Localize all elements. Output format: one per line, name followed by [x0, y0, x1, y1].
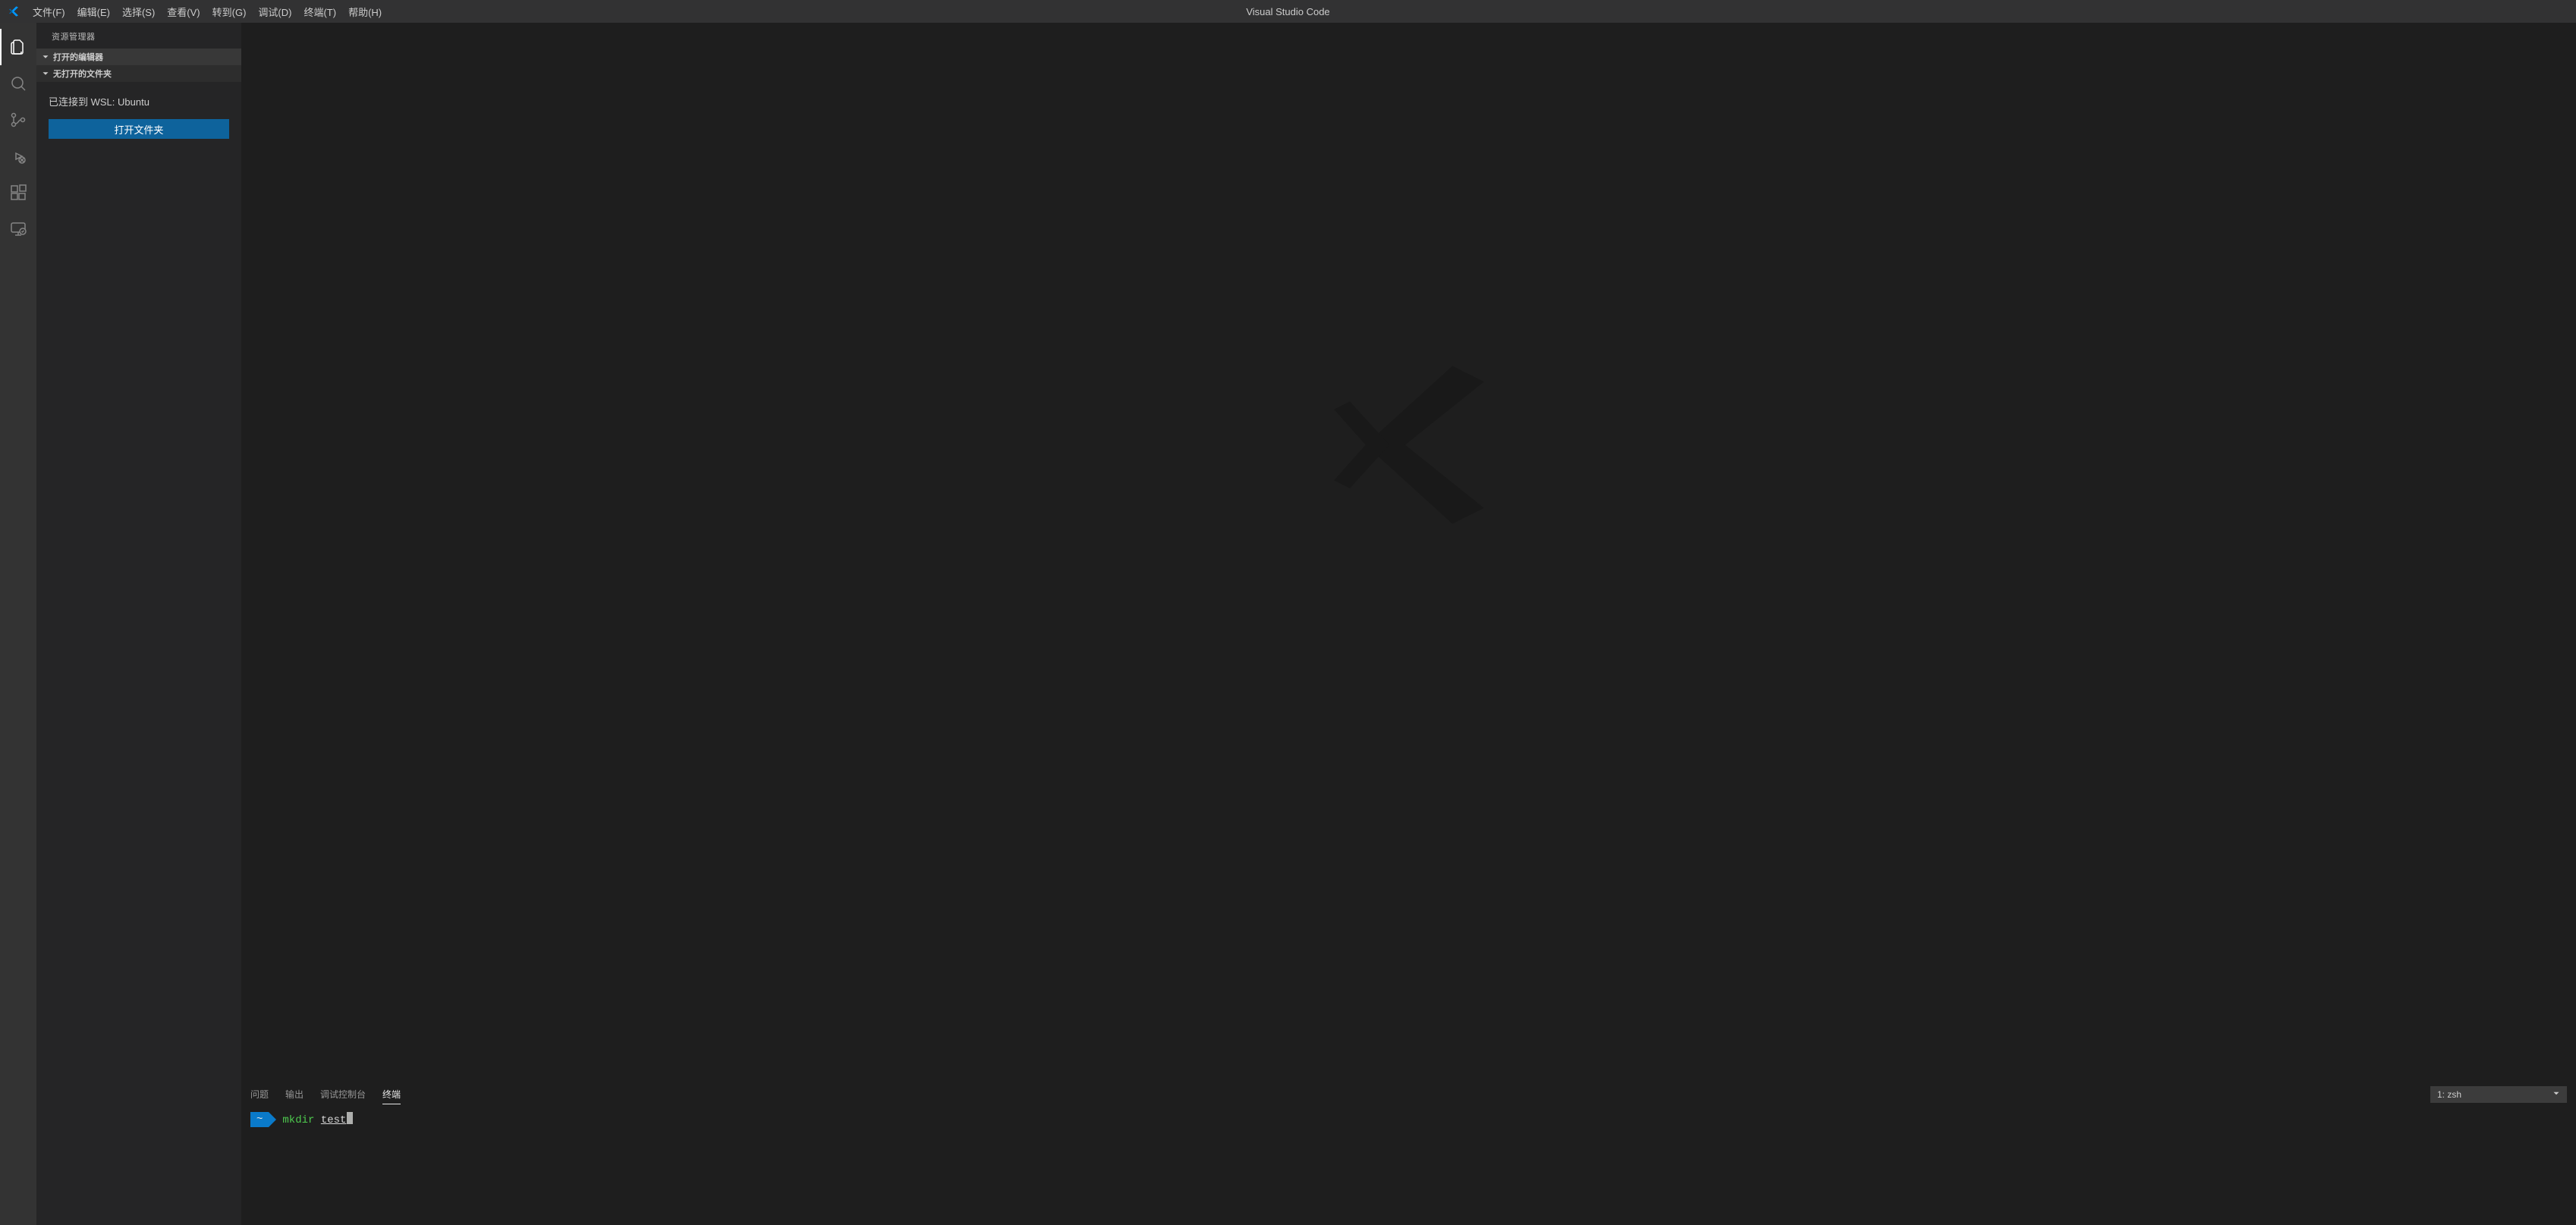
- sidebar: 资源管理器 打开的编辑器 无打开的文件夹 已连接到 WSL: Ubuntu 打开…: [36, 23, 241, 1225]
- panel-tab-debug-console[interactable]: 调试控制台: [320, 1085, 366, 1104]
- panel-tab-terminal[interactable]: 终端: [382, 1085, 401, 1104]
- chevron-down-icon: [39, 68, 52, 80]
- open-folder-button[interactable]: 打开文件夹: [49, 119, 229, 139]
- terminal-body[interactable]: ~ mkdir test: [241, 1107, 2576, 1225]
- menu-bar: 文件(F) 编辑(E) 选择(S) 查看(V) 转到(G) 调试(D) 终端(T…: [27, 0, 388, 23]
- activity-debug-icon[interactable]: [0, 138, 36, 174]
- activity-bar: [0, 23, 36, 1225]
- menu-debug[interactable]: 调试(D): [252, 0, 297, 23]
- sidebar-section-no-folder[interactable]: 无打开的文件夹: [36, 65, 241, 82]
- bottom-panel: 问题 输出 调试控制台 终端 1: zsh ~ mkdir: [241, 1081, 2576, 1225]
- terminal-command: mkdir: [282, 1114, 314, 1126]
- menu-help[interactable]: 帮助(H): [342, 0, 388, 23]
- menu-edit[interactable]: 编辑(E): [71, 0, 116, 23]
- sidebar-section-open-editors[interactable]: 打开的编辑器: [36, 49, 241, 65]
- sidebar-section-label: 打开的编辑器: [53, 51, 103, 63]
- menu-view[interactable]: 查看(V): [161, 0, 206, 23]
- terminal-cursor: [347, 1112, 353, 1124]
- activity-extensions-icon[interactable]: [0, 174, 36, 211]
- menu-file[interactable]: 文件(F): [27, 0, 71, 23]
- prompt-arrow-icon: [269, 1112, 276, 1127]
- sidebar-body: 已连接到 WSL: Ubuntu 打开文件夹: [36, 82, 241, 146]
- sidebar-title: 资源管理器: [36, 23, 241, 49]
- chevron-down-icon: [39, 51, 52, 63]
- activity-search-icon[interactable]: [0, 65, 36, 102]
- menu-select[interactable]: 选择(S): [116, 0, 161, 23]
- editor-area: [241, 23, 2576, 1081]
- sidebar-section-label: 无打开的文件夹: [53, 68, 112, 80]
- activity-source-control-icon[interactable]: [0, 102, 36, 138]
- panel-tabs: 问题 输出 调试控制台 终端 1: zsh: [241, 1082, 2576, 1107]
- terminal-prompt-dir: ~: [250, 1112, 269, 1127]
- menu-terminal[interactable]: 终端(T): [297, 0, 342, 23]
- panel-tab-output[interactable]: 输出: [285, 1085, 304, 1104]
- chevron-down-icon: [2551, 1088, 2562, 1101]
- main: 资源管理器 打开的编辑器 无打开的文件夹 已连接到 WSL: Ubuntu 打开…: [0, 23, 2576, 1225]
- wsl-connection-status: 已连接到 WSL: Ubuntu: [49, 94, 229, 108]
- title-bar: 文件(F) 编辑(E) 选择(S) 查看(V) 转到(G) 调试(D) 终端(T…: [0, 0, 2576, 23]
- vscode-logo-icon: [0, 5, 27, 17]
- panel-tab-problems[interactable]: 问题: [250, 1085, 269, 1104]
- terminal-selector-label: 1: zsh: [2437, 1089, 2461, 1100]
- activity-remote-icon[interactable]: [0, 211, 36, 247]
- terminal-selector[interactable]: 1: zsh: [2430, 1086, 2567, 1103]
- menu-go[interactable]: 转到(G): [206, 0, 253, 23]
- editor-column: 问题 输出 调试控制台 终端 1: zsh ~ mkdir: [241, 23, 2576, 1225]
- activity-explorer-icon[interactable]: [0, 29, 36, 65]
- vscode-watermark-icon: [1310, 347, 1508, 546]
- terminal-argument: test: [321, 1114, 347, 1126]
